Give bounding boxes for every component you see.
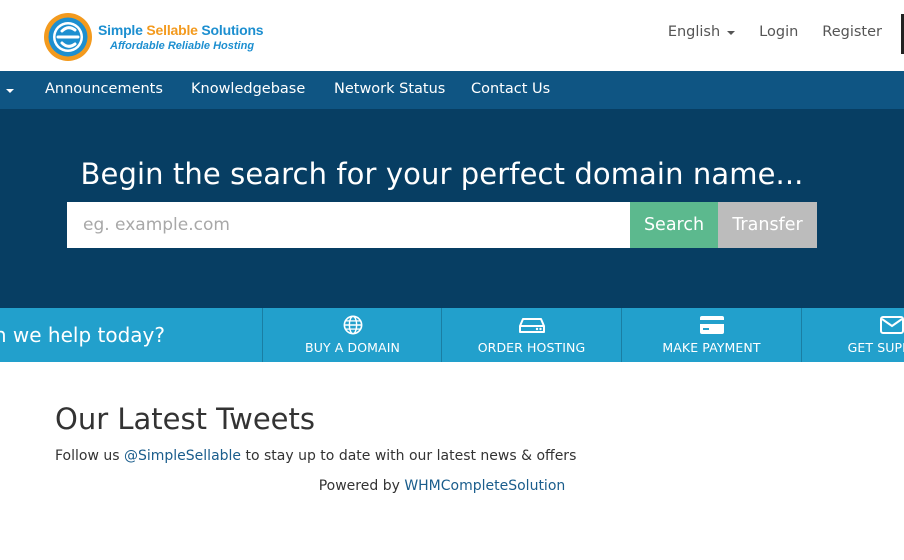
top-nav: English Login Register	[644, 24, 882, 40]
brand-name: Simple Sellable Solutions	[98, 21, 264, 38]
globe-icon	[343, 315, 362, 335]
twitter-handle-link[interactable]: @SimpleSellable	[124, 448, 241, 464]
follow-suffix: to stay up to date with our latest news …	[241, 448, 577, 464]
powered-by: Powered by WHMCompleteSolution	[0, 478, 884, 494]
transfer-button[interactable]: Transfer	[718, 202, 817, 248]
order-hosting-button[interactable]: ORDER HOSTING	[441, 308, 621, 362]
language-label: English	[667, 24, 721, 40]
brand-name-part2: Sellable	[146, 21, 198, 38]
register-link[interactable]: Register	[822, 24, 882, 40]
envelope-icon	[879, 316, 904, 334]
whmcs-link[interactable]: WHMCompleteSolution	[404, 478, 565, 494]
get-support-button[interactable]: GET SUPPORT	[801, 308, 904, 362]
make-payment-button[interactable]: MAKE PAYMENT	[621, 308, 801, 362]
caret-down-icon	[727, 30, 736, 35]
tweets-title: Our Latest Tweets	[55, 402, 315, 436]
caret-down-icon[interactable]	[6, 89, 14, 93]
credit-card-icon	[699, 316, 724, 334]
follow-prefix: Follow us	[55, 448, 124, 464]
login-link[interactable]: Login	[759, 24, 798, 40]
main-nav: Announcements Knowledgebase Network Stat…	[0, 71, 904, 109]
nav-network-status[interactable]: Network Status	[334, 81, 445, 97]
domain-search-hero: Begin the search for your perfect domain…	[0, 109, 904, 308]
make-payment-label: MAKE PAYMENT	[662, 340, 761, 355]
domain-search-input[interactable]	[67, 202, 630, 248]
get-support-label: GET SUPPORT	[847, 340, 904, 355]
follow-text: Follow us @SimpleSellable to stay up to …	[55, 448, 576, 464]
help-bar: How can we help today? BUY A DOMAIN ORDE…	[0, 308, 904, 362]
buy-domain-button[interactable]: BUY A DOMAIN	[262, 308, 442, 362]
header: Simple Sellable Solutions Affordable Rel…	[0, 0, 904, 71]
nav-announcements[interactable]: Announcements	[45, 81, 163, 97]
buy-domain-label: BUY A DOMAIN	[305, 340, 400, 355]
nav-contact-us[interactable]: Contact Us	[471, 81, 550, 97]
server-icon	[518, 318, 545, 333]
brand-tagline: Affordable Reliable Hosting	[110, 39, 255, 52]
help-prompt: How can we help today?	[0, 323, 165, 347]
brand-name-part3: Solutions	[197, 21, 264, 38]
search-button[interactable]: Search	[630, 202, 718, 248]
hero-title: Begin the search for your perfect domain…	[80, 157, 804, 191]
language-dropdown[interactable]: English	[667, 24, 736, 40]
brand-name-part1: Simple	[98, 21, 147, 38]
powered-prefix: Powered by	[318, 478, 405, 494]
order-hosting-label: ORDER HOSTING	[477, 340, 586, 355]
logo[interactable]: Simple Sellable Solutions Affordable Rel…	[42, 11, 272, 63]
logo-icon	[44, 13, 92, 61]
nav-knowledgebase[interactable]: Knowledgebase	[191, 81, 305, 97]
